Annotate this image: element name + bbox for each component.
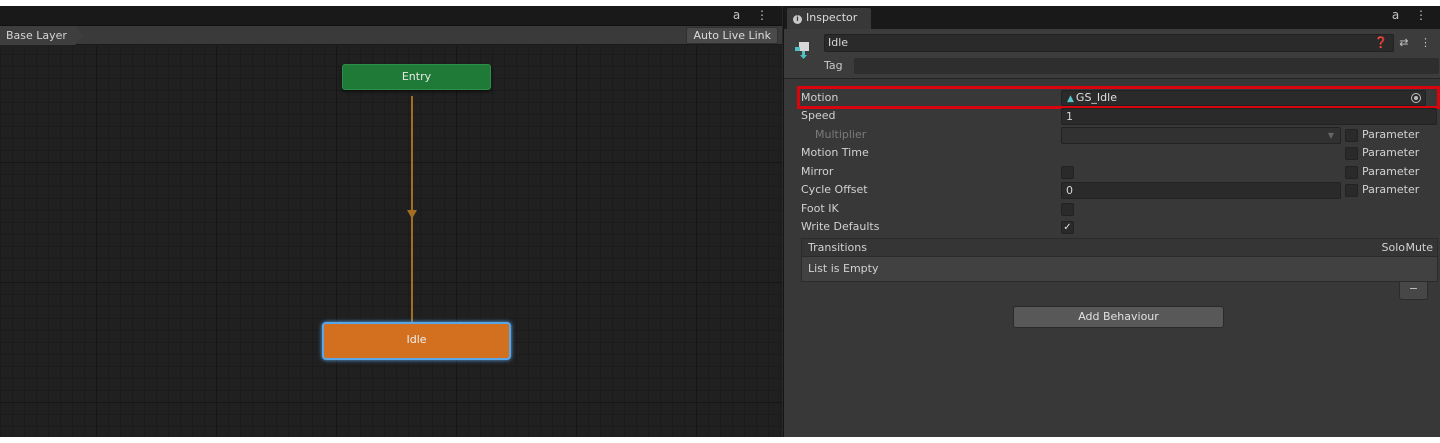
inspector-window-menu-icon[interactable]: a ⋮ [1392, 8, 1433, 22]
multiplier-label: Multiplier [815, 128, 867, 141]
transitions-label: Transitions [808, 241, 867, 254]
mute-column-label: Mute [1405, 241, 1433, 254]
transition-arrow-icon [407, 210, 417, 219]
mirror-parameter-label: Parameter [1362, 165, 1420, 178]
animator-toolbar: Base Layer Auto Live Link [0, 26, 782, 45]
foot-ik-checkbox[interactable] [1061, 203, 1074, 216]
motion-time-parameter-checkbox[interactable] [1345, 147, 1358, 160]
speed-row: Speed 1 [784, 107, 1440, 125]
inspector-tab-bar: i Inspector a ⋮ [784, 6, 1440, 29]
tag-field[interactable] [854, 58, 1439, 74]
multiplier-row: Multiplier ▼ Parameter [784, 126, 1440, 144]
mirror-parameter-checkbox[interactable] [1345, 166, 1358, 179]
entry-node[interactable]: Entry [342, 64, 491, 90]
idle-state-node[interactable]: Idle [322, 322, 511, 360]
list-empty-text: List is Empty [808, 262, 879, 275]
cycle-offset-parameter-label: Parameter [1362, 183, 1420, 196]
speed-label: Speed [801, 109, 836, 122]
transitions-list-header: Transitions Solo Mute [801, 238, 1438, 256]
auto-live-link-button[interactable]: Auto Live Link [686, 27, 778, 44]
mirror-checkbox[interactable] [1061, 166, 1074, 179]
write-defaults-label: Write Defaults [801, 220, 880, 233]
mirror-label: Mirror [801, 165, 834, 178]
animator-window-menu-icon[interactable]: a ⋮ [733, 8, 774, 22]
state-header: Idle ❓ ⇄ ⋮ Tag [784, 29, 1440, 79]
foot-ik-row: Foot IK [784, 200, 1440, 218]
multiplier-dropdown: ▼ [1061, 127, 1341, 144]
breadcrumb-base-layer[interactable]: Base Layer [0, 26, 83, 45]
cycle-offset-parameter-checkbox[interactable] [1345, 184, 1358, 197]
mirror-row: Mirror Parameter [784, 163, 1440, 181]
help-settings-menu-icons[interactable]: ❓ ⇄ ⋮ [1374, 36, 1435, 49]
speed-field[interactable]: 1 [1061, 108, 1437, 125]
remove-transition-button[interactable]: − [1399, 282, 1428, 300]
motion-time-parameter-label: Parameter [1362, 146, 1420, 159]
animator-state-icon [795, 42, 809, 59]
unity-editor-window: a ⋮ Base Layer Auto Live Link Entry Idle… [0, 6, 1440, 437]
motion-time-label: Motion Time [801, 146, 869, 159]
state-machine-graph[interactable]: Entry Idle [0, 46, 782, 437]
foot-ik-label: Foot IK [801, 202, 839, 215]
inspector-tab-label: Inspector [806, 11, 858, 24]
dropdown-arrow-icon: ▼ [1327, 131, 1334, 140]
solo-column-label: Solo [1381, 241, 1406, 254]
inspector-window: i Inspector a ⋮ Idle ❓ ⇄ ⋮ Tag Motion ▲ GS… [783, 6, 1440, 437]
add-behaviour-button[interactable]: Add Behaviour [1013, 306, 1224, 328]
transitions-list: List is Empty [801, 256, 1438, 282]
tab-inspector[interactable]: i Inspector [787, 8, 871, 29]
write-defaults-checkbox[interactable]: ✓ [1061, 221, 1074, 234]
info-icon: i [793, 15, 802, 24]
cycle-offset-row: Cycle Offset 0 Parameter [784, 181, 1440, 199]
animator-window: a ⋮ Base Layer Auto Live Link Entry Idle [0, 6, 782, 437]
write-defaults-row: Write Defaults ✓ [784, 218, 1440, 236]
cycle-offset-field[interactable]: 0 [1061, 182, 1341, 199]
animator-tab-bar: a ⋮ [0, 6, 782, 26]
multiplier-parameter-label: Parameter [1362, 128, 1420, 141]
multiplier-parameter-checkbox[interactable] [1345, 129, 1358, 142]
tag-label: Tag [824, 59, 843, 72]
motion-time-row: Motion Time Parameter [784, 144, 1440, 162]
motion-highlight-box [797, 86, 1440, 109]
state-name-field[interactable]: Idle [824, 34, 1394, 52]
cycle-offset-label: Cycle Offset [801, 183, 868, 196]
